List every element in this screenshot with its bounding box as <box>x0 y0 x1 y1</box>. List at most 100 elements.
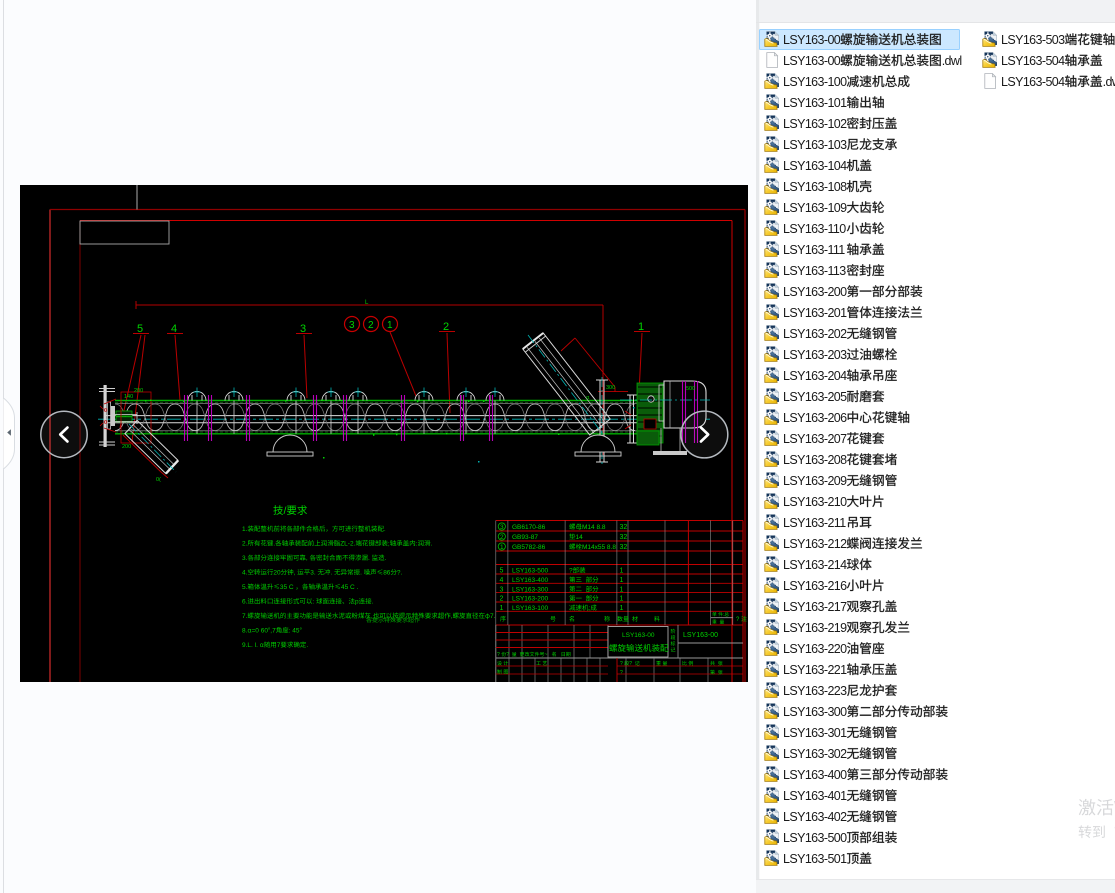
svg-text:LSY163-109: LSY163-109 <box>783 201 847 215</box>
svg-text:7.: 7. <box>242 613 248 620</box>
svg-text:1: 1 <box>620 605 624 612</box>
svg-text:3: 3 <box>500 586 504 593</box>
svg-text:LSY163-201: LSY163-201 <box>783 306 847 320</box>
svg-text::: : <box>416 541 418 548</box>
svg-text:.: . <box>385 555 387 562</box>
svg-text:LSY163-100: LSY163-100 <box>783 75 847 89</box>
svg-text::: : <box>312 599 314 606</box>
svg-text:LSY163-504: LSY163-504 <box>1001 75 1065 89</box>
svg-text:.: . <box>372 599 374 606</box>
svg-text:ZL-2.: ZL-2. <box>340 541 355 548</box>
svg-text:LSY163-103: LSY163-103 <box>783 138 847 152</box>
svg-text:LSY163-110: LSY163-110 <box>783 222 846 236</box>
svg-text:LSY163-402: LSY163-402 <box>783 810 847 824</box>
svg-text:LSY163-101: LSY163-101 <box>783 96 847 110</box>
svg-text:LSY163-104: LSY163-104 <box>783 159 847 173</box>
svg-text:LSY163-401: LSY163-401 <box>783 789 847 803</box>
svg-text:.: . <box>331 570 333 577</box>
svg-text:=0 60: =0 60 <box>252 628 269 635</box>
svg-text:.: . <box>360 570 362 577</box>
svg-text:LSY163-400: LSY163-400 <box>512 577 549 584</box>
svg-text:LSY163-00: LSY163-00 <box>783 54 841 68</box>
svg-text:LSY163-220: LSY163-220 <box>783 642 847 656</box>
svg-text:500: 500 <box>686 386 695 392</box>
svg-text:.: . <box>306 642 308 649</box>
svg-text:2: 2 <box>368 320 374 331</box>
svg-text:8.: 8. <box>242 628 248 635</box>
svg-text:0(: 0( <box>156 477 161 483</box>
svg-text:p: p <box>355 599 359 606</box>
svg-text:2: 2 <box>500 596 504 603</box>
svg-text:LSY163-501: LSY163-501 <box>783 852 847 866</box>
svg-text:3.: 3. <box>242 555 248 562</box>
svg-text:?: ? <box>620 661 623 667</box>
svg-text:5: 5 <box>500 568 504 575</box>
svg-text:~: ~ <box>545 652 548 658</box>
svg-text:?: ? <box>506 652 509 658</box>
svg-text:3: 3 <box>349 320 355 331</box>
svg-text:GB6170-86: GB6170-86 <box>512 524 546 531</box>
svg-text:/: / <box>284 505 287 517</box>
svg-text:.dw: .dw <box>1103 75 1115 89</box>
svg-text:M14 8.8: M14 8.8 <box>582 524 606 531</box>
svg-text:LSY163-202: LSY163-202 <box>783 327 847 341</box>
svg-text:LSY163-00: LSY163-00 <box>683 632 718 639</box>
svg-text:32: 32 <box>620 534 628 541</box>
svg-text:.: . <box>384 526 386 533</box>
svg-text:LSY163-219: LSY163-219 <box>783 621 847 635</box>
svg-text:1: 1 <box>620 568 624 575</box>
svg-text:7: 7 <box>277 642 281 649</box>
svg-text:: 45: : 45 <box>289 628 300 635</box>
svg-text:LSY163-300: LSY163-300 <box>783 705 847 719</box>
svg-text:.: . <box>431 541 433 548</box>
svg-text:1: 1 <box>500 544 504 551</box>
svg-text:200: 200 <box>122 444 131 450</box>
svg-text:LSY163-203: LSY163-203 <box>783 348 847 362</box>
svg-text:LSY163-217: LSY163-217 <box>783 600 847 614</box>
svg-text:LSY163-302: LSY163-302 <box>783 747 847 761</box>
svg-text:LSY163-500: LSY163-500 <box>783 831 847 845</box>
svg-text:4.: 4. <box>242 570 248 577</box>
svg-text:?: ? <box>569 568 573 575</box>
svg-text:LSY163-223: LSY163-223 <box>783 684 847 698</box>
svg-text:1: 1 <box>500 605 504 612</box>
svg-text:2.: 2. <box>242 541 248 548</box>
svg-text:2: 2 <box>500 534 504 541</box>
svg-text:GB5782-86: GB5782-86 <box>512 544 546 551</box>
svg-text:LSY163-200: LSY163-200 <box>783 285 847 299</box>
svg-text:1.: 1. <box>242 526 248 533</box>
svg-text:1: 1 <box>387 320 393 331</box>
svg-text:;: ; <box>388 541 390 548</box>
svg-text:,: , <box>294 570 296 577</box>
svg-text:32: 32 <box>620 544 628 551</box>
svg-text:86: 86 <box>383 570 391 577</box>
svg-text:45 C .: 45 C . <box>341 584 359 591</box>
svg-text:1: 1 <box>620 596 624 603</box>
svg-text:35 C: 35 C <box>280 584 294 591</box>
svg-text:20: 20 <box>273 570 281 577</box>
svg-text:140: 140 <box>124 394 133 400</box>
svg-text:.: . <box>273 541 275 548</box>
svg-text:LSY163-504: LSY163-504 <box>1001 54 1065 68</box>
svg-text:6.: 6. <box>242 599 248 606</box>
svg-text:GB93-87: GB93-87 <box>512 534 538 541</box>
svg-text:,: , <box>451 613 453 620</box>
svg-text:.dwl: .dwl <box>942 54 962 68</box>
svg-text:LSY163-204: LSY163-204 <box>783 369 847 383</box>
svg-text:300: 300 <box>606 385 615 391</box>
svg-text:200: 200 <box>134 388 143 394</box>
svg-text:7.: 7. <box>490 613 496 620</box>
svg-text:LSY163-206: LSY163-206 <box>783 411 847 425</box>
svg-text:LSY163-300: LSY163-300 <box>512 586 549 593</box>
svg-text:?.: ?. <box>397 570 403 577</box>
svg-text:LSY163-216: LSY163-216 <box>783 579 847 593</box>
svg-text:LSY163-108: LSY163-108 <box>783 180 847 194</box>
svg-text:LSY163-102: LSY163-102 <box>783 117 847 131</box>
svg-text:LSY163-210: LSY163-210 <box>783 495 847 509</box>
svg-text:3.: 3. <box>310 570 316 577</box>
svg-text:LSY163-00: LSY163-00 <box>783 33 841 47</box>
svg-text:14: 14 <box>576 534 584 541</box>
svg-text:LSY163-301: LSY163-301 <box>783 726 847 740</box>
svg-text:LSY163-503: LSY163-503 <box>1001 33 1065 47</box>
svg-text:?: ? <box>620 670 623 676</box>
